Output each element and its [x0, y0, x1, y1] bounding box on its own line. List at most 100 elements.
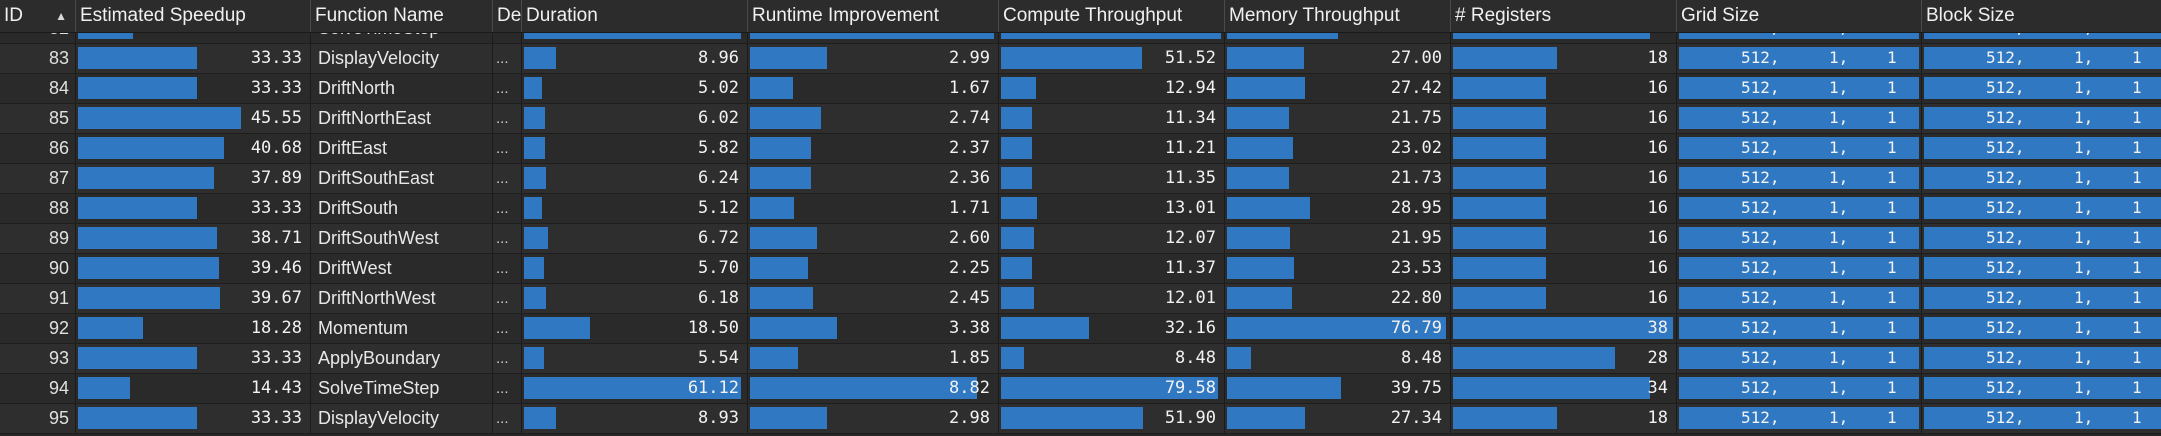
column-header-speedup[interactable]: Estimated Speedup	[76, 0, 311, 32]
cell-speedup[interactable]: 14.43	[76, 374, 311, 403]
cell-memory[interactable]: 21.75	[1225, 104, 1451, 133]
column-header-fn[interactable]: Function Name	[311, 0, 493, 32]
cell-block[interactable]: 512, 1, 1	[1922, 344, 2161, 373]
cell-de[interactable]: ...	[493, 134, 522, 163]
sort-ascending-icon[interactable]: ▲	[55, 0, 67, 32]
table-row[interactable]: 88 33.33 DriftSouth... 5.12 1.71 13.01 28.95 16…	[0, 194, 2161, 224]
cell-de[interactable]: ...	[493, 44, 522, 73]
cell-registers[interactable]: 16	[1451, 224, 1677, 253]
cell-speedup[interactable]: 33.33	[76, 344, 311, 373]
cell-fn[interactable]: ApplyBoundary	[311, 344, 493, 373]
cell-grid[interactable]: 512, 1, 1	[1677, 374, 1922, 403]
cell-speedup[interactable]: 33.33	[76, 44, 311, 73]
cell-de[interactable]: ...	[493, 284, 522, 313]
cell-duration[interactable]: 5.54	[522, 344, 748, 373]
cell-duration[interactable]: 5.12	[522, 194, 748, 223]
cell-id[interactable]: 90	[0, 254, 76, 283]
cell-memory[interactable]: 22.80	[1225, 284, 1451, 313]
cell-duration[interactable]: 6.72	[522, 224, 748, 253]
cell-speedup[interactable]: 38.71	[76, 224, 311, 253]
cell-registers[interactable]: 18	[1451, 404, 1677, 433]
cell-id[interactable]: 94	[0, 374, 76, 403]
cell-speedup[interactable]: 39.46	[76, 254, 311, 283]
cell-duration[interactable]: 61.12	[522, 374, 748, 403]
cell-compute[interactable]: 13.01	[999, 194, 1225, 223]
cell-block[interactable]: 512, 1, 1	[1922, 194, 2161, 223]
cell-speedup[interactable]: 37.89	[76, 164, 311, 193]
cell-registers[interactable]: 16	[1451, 164, 1677, 193]
cell-duration[interactable]: 5.82	[522, 134, 748, 163]
cell-id[interactable]: 91	[0, 284, 76, 313]
table-row[interactable]: 83 33.33 DisplayVelocity... 8.96 2.99 51.52 27…	[0, 44, 2161, 74]
cell-de[interactable]: ...	[493, 404, 522, 433]
cell-de[interactable]: ...	[493, 164, 522, 193]
cell-compute[interactable]: 12.01	[999, 284, 1225, 313]
cell-fn[interactable]: DriftNorthWest	[311, 284, 493, 313]
cell-grid[interactable]: 512, 1, 1	[1677, 194, 1922, 223]
cell-block[interactable]: 512, 1, 1	[1922, 314, 2161, 343]
cell-registers[interactable]: 18	[1451, 44, 1677, 73]
cell-runtime[interactable]: 2.74	[748, 104, 999, 133]
cell-de[interactable]: ...	[493, 254, 522, 283]
cell-id[interactable]: 85	[0, 104, 76, 133]
cell-compute[interactable]: 79.58	[999, 374, 1225, 403]
cell-runtime[interactable]: 2.60	[748, 224, 999, 253]
cell-duration[interactable]: 5.70	[522, 254, 748, 283]
cell-fn[interactable]: DriftSouthWest	[311, 224, 493, 253]
column-header-registers[interactable]: # Registers	[1451, 0, 1677, 32]
column-header-grid[interactable]: Grid Size	[1677, 0, 1922, 32]
cell-compute[interactable]: 51.52	[999, 44, 1225, 73]
cell-id[interactable]: 88	[0, 194, 76, 223]
cell-speedup[interactable]: 39.67	[76, 284, 311, 313]
cell-memory[interactable]: 23.02	[1225, 134, 1451, 163]
cell-de[interactable]: ...	[493, 224, 522, 253]
table-row[interactable]: 94 14.43 SolveTimeStep... 61.12 8.82 79.58 39.…	[0, 374, 2161, 404]
cell-id[interactable]: 93	[0, 344, 76, 373]
cell-block[interactable]: 512, 1, 1	[1922, 404, 2161, 433]
cell-memory[interactable]: 39.75	[1225, 374, 1451, 403]
cell-compute[interactable]: 11.21	[999, 134, 1225, 163]
cell-grid[interactable]: 512, 1, 1	[1677, 344, 1922, 373]
column-header-duration[interactable]: Duration	[522, 0, 748, 32]
cell-memory[interactable]: 8.48	[1225, 344, 1451, 373]
cell-registers[interactable]: 16	[1451, 74, 1677, 103]
cell-block[interactable]: 512, 1, 1	[1922, 134, 2161, 163]
cell-fn[interactable]: DisplayVelocity	[311, 404, 493, 433]
cell-block[interactable]: 512, 1, 1	[1922, 374, 2161, 403]
cell-compute[interactable]: 8.48	[999, 344, 1225, 373]
column-header-memory[interactable]: Memory Throughput	[1225, 0, 1451, 32]
cell-block[interactable]: 512, 1, 1	[1922, 224, 2161, 253]
cell-compute[interactable]: 11.37	[999, 254, 1225, 283]
cell-block[interactable]: 512, 1, 1	[1922, 104, 2161, 133]
table-row[interactable]: 91 39.67 DriftNorthWest... 6.18 2.45 12.01 22.…	[0, 284, 2161, 314]
cell-duration[interactable]: 18.50	[522, 314, 748, 343]
cell-runtime[interactable]: 1.67	[748, 74, 999, 103]
cell-id[interactable]: 86	[0, 134, 76, 163]
cell-registers[interactable]: 28	[1451, 344, 1677, 373]
cell-registers[interactable]: 38	[1451, 314, 1677, 343]
cell-grid[interactable]: 512, 1, 1	[1677, 254, 1922, 283]
cell-runtime[interactable]: 2.25	[748, 254, 999, 283]
cell-runtime[interactable]: 3.38	[748, 314, 999, 343]
cell-de[interactable]: ...	[493, 314, 522, 343]
column-header-block[interactable]: Block Size	[1922, 0, 2161, 32]
cell-block[interactable]: 512, 1, 1	[1922, 254, 2161, 283]
cell-fn[interactable]: DriftWest	[311, 254, 493, 283]
table-row[interactable]: 95 33.33 DisplayVelocity... 8.93 2.98 51.90 27…	[0, 404, 2161, 434]
cell-registers[interactable]: 34	[1451, 374, 1677, 403]
cell-de[interactable]: ...	[493, 194, 522, 223]
cell-compute[interactable]: 32.16	[999, 314, 1225, 343]
column-header-runtime[interactable]: Runtime Improvement	[748, 0, 999, 32]
cell-grid[interactable]: 512, 1, 1	[1677, 224, 1922, 253]
table-row[interactable]: 84 33.33 DriftNorth... 5.02 1.67 12.94 27.42 16…	[0, 74, 2161, 104]
cell-memory[interactable]: 27.42	[1225, 74, 1451, 103]
cell-de[interactable]: ...	[493, 74, 522, 103]
table-row[interactable]: 90 39.46 DriftWest... 5.70 2.25 11.37 23.53 16 5…	[0, 254, 2161, 284]
cell-block[interactable]: 512, 1, 1	[1922, 164, 2161, 193]
table-row[interactable]: 93 33.33 ApplyBoundary... 5.54 1.85 8.48 8.48 2…	[0, 344, 2161, 374]
table-row[interactable]: 85 45.55 DriftNorthEast... 6.02 2.74 11.34 21.…	[0, 104, 2161, 134]
cell-runtime[interactable]: 1.85	[748, 344, 999, 373]
cell-grid[interactable]: 512, 1, 1	[1677, 404, 1922, 433]
column-header-compute[interactable]: Compute Throughput	[999, 0, 1225, 32]
cell-de[interactable]: ...	[493, 344, 522, 373]
